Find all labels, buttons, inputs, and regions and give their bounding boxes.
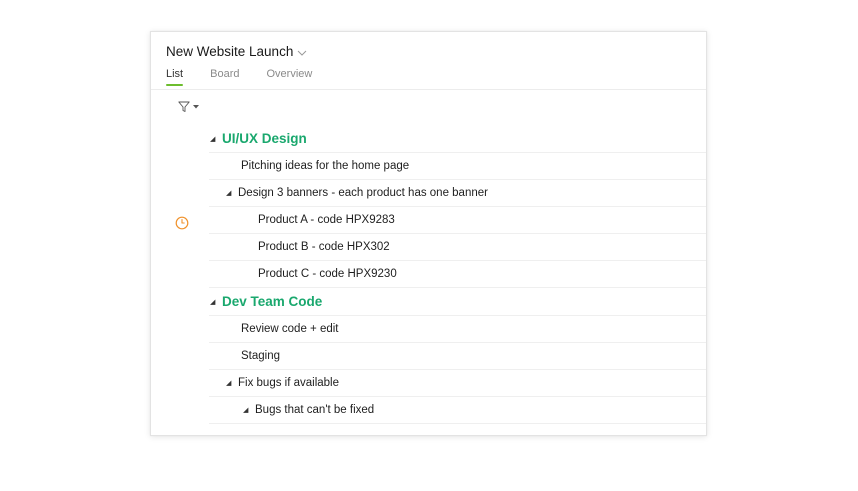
subtask-label: Product A - code HPX9283 bbox=[258, 214, 395, 226]
group-header-dev-team[interactable]: ◢ Dev Team Code bbox=[209, 288, 706, 316]
panel-header: New Website Launch List Board Overview bbox=[151, 32, 706, 90]
subtask-row[interactable]: Product A - code HPX9283 bbox=[209, 207, 706, 234]
triangle-down-icon[interactable]: ◢ bbox=[243, 406, 255, 414]
task-row[interactable]: Pitching ideas for the home page bbox=[209, 153, 706, 180]
task-label: Pitching ideas for the home page bbox=[241, 160, 410, 172]
task-row[interactable]: ◢ Fix bugs if available bbox=[209, 370, 706, 397]
subtask-label: Product C - code HPX9230 bbox=[258, 268, 397, 280]
filter-icon bbox=[178, 101, 190, 112]
filter-button[interactable] bbox=[178, 101, 199, 113]
task-label: Fix bugs if available bbox=[238, 377, 339, 389]
project-title: New Website Launch bbox=[166, 44, 294, 59]
triangle-down-icon[interactable]: ◢ bbox=[210, 298, 222, 306]
subtask-label: Product B - code HPX302 bbox=[258, 241, 390, 253]
triangle-down-icon[interactable]: ◢ bbox=[210, 135, 222, 143]
task-label: Staging bbox=[241, 350, 281, 362]
task-label: Review code + edit bbox=[241, 323, 339, 335]
task-list: ◢ UI/UX Design Pitching ideas for the ho… bbox=[209, 125, 706, 424]
triangle-down-icon[interactable]: ◢ bbox=[226, 379, 238, 387]
tab-list[interactable]: List bbox=[166, 68, 184, 86]
project-title-dropdown[interactable]: New Website Launch bbox=[166, 44, 307, 59]
clock-icon[interactable] bbox=[175, 216, 189, 230]
subtask-row[interactable]: Product C - code HPX9230 bbox=[209, 261, 706, 288]
tab-overview[interactable]: Overview bbox=[266, 68, 312, 86]
task-list-panel: New Website Launch List Board Overview ◢… bbox=[150, 31, 707, 436]
tab-board[interactable]: Board bbox=[210, 68, 239, 86]
group-title: Dev Team Code bbox=[222, 294, 323, 309]
task-label: Design 3 banners - each product has one … bbox=[238, 187, 488, 199]
caret-down-icon bbox=[193, 105, 199, 109]
task-row[interactable]: Staging bbox=[209, 343, 706, 370]
chevron-down-icon bbox=[297, 50, 307, 56]
view-tabs: List Board Overview bbox=[166, 68, 339, 86]
triangle-down-icon[interactable]: ◢ bbox=[226, 189, 238, 197]
subtask-row[interactable]: ◢ Bugs that can't be fixed bbox=[209, 397, 706, 424]
subtask-row[interactable]: Product B - code HPX302 bbox=[209, 234, 706, 261]
subtask-label: Bugs that can't be fixed bbox=[255, 404, 375, 416]
group-title: UI/UX Design bbox=[222, 131, 307, 146]
task-row[interactable]: ◢ Design 3 banners - each product has on… bbox=[209, 180, 706, 207]
group-header-ui-ux[interactable]: ◢ UI/UX Design bbox=[209, 125, 706, 153]
task-row[interactable]: Review code + edit bbox=[209, 316, 706, 343]
